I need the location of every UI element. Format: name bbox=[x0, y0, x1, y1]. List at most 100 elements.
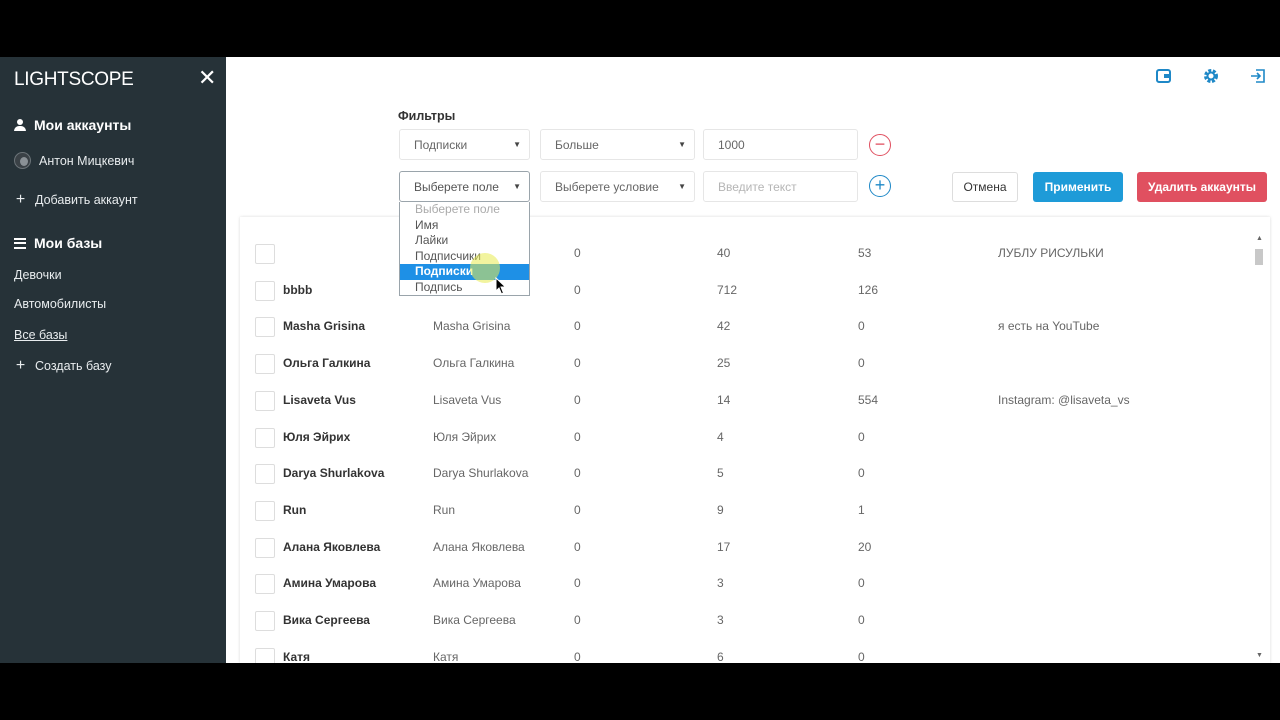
create-base-button[interactable]: + Создать базу bbox=[14, 357, 112, 374]
row-checkbox[interactable] bbox=[255, 390, 275, 411]
dropdown-option[interactable]: Выберете поле bbox=[400, 202, 529, 218]
count-cell: 0 bbox=[574, 282, 581, 297]
caret-down-icon: ▼ bbox=[678, 140, 686, 149]
apply-button[interactable]: Применить bbox=[1033, 172, 1123, 202]
count-cell: 0 bbox=[574, 649, 581, 663]
field-dropdown-list: Выберете поле Имя Лайки Подписчики Подписки П… bbox=[399, 202, 530, 296]
table-row[interactable]: Юля Эйрих Юля Эйрих 0 4 0 bbox=[240, 419, 1250, 456]
count-cell: 4 bbox=[717, 429, 724, 444]
count-cell: 1 bbox=[858, 502, 865, 517]
filter-field-select[interactable]: Подписки ▼ bbox=[399, 129, 530, 160]
delete-accounts-button[interactable]: Удалить аккаунты bbox=[1137, 172, 1267, 202]
fullname-cell: Darya Shurlakova bbox=[433, 466, 529, 481]
username-cell: Lisaveta Vus bbox=[283, 392, 356, 407]
bio-cell: Instagram: @lisaveta_vs bbox=[998, 392, 1130, 407]
remove-filter-button[interactable]: − bbox=[869, 134, 891, 156]
fullname-cell: Masha Grisina bbox=[433, 319, 511, 334]
base-label: Девочки bbox=[14, 268, 62, 282]
dropdown-option[interactable]: Лайки bbox=[400, 233, 529, 249]
dropdown-option[interactable]: Имя bbox=[400, 218, 529, 234]
username-cell: Амина Умарова bbox=[283, 576, 376, 591]
new-filter-condition-select[interactable]: Выберете условие ▼ bbox=[540, 171, 695, 202]
count-cell: 5 bbox=[717, 466, 724, 481]
cancel-button[interactable]: Отмена bbox=[952, 172, 1018, 202]
row-checkbox[interactable] bbox=[255, 647, 275, 663]
count-cell: 42 bbox=[717, 319, 731, 334]
plus-icon: + bbox=[874, 175, 886, 195]
sidebar: LIGHTSCOPE ✕ Мои аккаунты Антон Мицкевич… bbox=[0, 57, 226, 663]
table-row[interactable]: bbbb 0 712 126 bbox=[240, 272, 1250, 309]
table-row[interactable]: Lisaveta Vus Lisaveta Vus 0 14 554 Instagram:… bbox=[240, 382, 1250, 419]
row-checkbox[interactable] bbox=[255, 574, 275, 595]
dropdown-option[interactable]: Подписчики bbox=[400, 249, 529, 265]
row-checkbox[interactable] bbox=[255, 317, 275, 338]
account-name: Антон Мицкевич bbox=[39, 153, 135, 168]
sidebar-item-base-girls[interactable]: Девочки bbox=[14, 268, 62, 282]
logout-icon[interactable] bbox=[1249, 67, 1267, 85]
scrollbar[interactable]: ▲ ▼ bbox=[1252, 235, 1266, 661]
minus-icon: − bbox=[874, 134, 886, 154]
close-icon[interactable]: ✕ bbox=[198, 65, 216, 91]
fullname-cell: Катя bbox=[433, 649, 459, 663]
text-input-placeholder: Введите текст bbox=[718, 179, 797, 194]
add-account-button[interactable]: + Добавить аккаунт bbox=[14, 191, 138, 208]
filter-value-input[interactable]: 1000 bbox=[703, 129, 858, 160]
scroll-down-arrow-icon[interactable]: ▼ bbox=[1256, 652, 1263, 659]
table-row[interactable]: Алана Яковлева Алана Яковлева 0 17 20 bbox=[240, 529, 1250, 566]
row-checkbox[interactable] bbox=[255, 244, 275, 264]
plus-icon: + bbox=[15, 357, 26, 374]
scrollbar-thumb[interactable] bbox=[1255, 249, 1263, 265]
app-window: LIGHTSCOPE ✕ Мои аккаунты Антон Мицкевич… bbox=[0, 57, 1280, 663]
count-cell: 0 bbox=[574, 502, 581, 517]
row-checkbox[interactable] bbox=[255, 611, 275, 631]
dropdown-option[interactable]: Подпись bbox=[400, 280, 529, 296]
table-row[interactable]: Катя Катя 0 6 0 bbox=[240, 639, 1250, 663]
bases-section-title: Мои базы bbox=[14, 235, 102, 251]
gear-icon[interactable] bbox=[1202, 67, 1220, 85]
fullname-cell: Юля Эйрих bbox=[433, 429, 497, 444]
add-account-label: Добавить аккаунт bbox=[35, 193, 138, 207]
count-cell: 0 bbox=[574, 613, 581, 627]
count-cell: 25 bbox=[717, 356, 731, 371]
caret-down-icon: ▼ bbox=[513, 140, 521, 149]
count-cell: 554 bbox=[858, 392, 879, 407]
count-cell: 53 bbox=[858, 246, 872, 260]
table-row[interactable]: Darya Shurlakova Darya Shurlakova 0 5 0 bbox=[240, 455, 1250, 492]
count-cell: 0 bbox=[574, 319, 581, 334]
sidebar-item-all-bases[interactable]: Все базы bbox=[14, 328, 67, 342]
sidebar-item-base-motorists[interactable]: Автомобилисты bbox=[14, 297, 106, 311]
scroll-up-arrow-icon[interactable]: ▲ bbox=[1256, 235, 1263, 242]
row-checkbox[interactable] bbox=[255, 427, 275, 448]
table-row[interactable]: Вика Сергеева Вика Сергеева 0 3 0 bbox=[240, 602, 1250, 639]
row-checkbox[interactable] bbox=[255, 280, 275, 301]
avatar bbox=[14, 152, 31, 169]
accounts-title-label: Мои аккаунты bbox=[34, 117, 132, 133]
username-cell: Run bbox=[283, 502, 307, 517]
count-cell: 3 bbox=[717, 613, 724, 627]
row-checkbox[interactable] bbox=[255, 537, 275, 558]
table-row[interactable]: 0 40 53 ЛУБЛУ РИСУЛЬКИ bbox=[240, 235, 1250, 272]
username-cell: Вика Сергеева bbox=[283, 613, 370, 627]
table-row[interactable]: Masha Grisina Masha Grisina 0 42 0 я есть на … bbox=[240, 308, 1250, 345]
table-row[interactable]: Ольга Галкина Ольга Галкина 0 25 0 bbox=[240, 345, 1250, 382]
new-filter-text-input[interactable]: Введите текст bbox=[703, 171, 858, 202]
sidebar-account-item[interactable]: Антон Мицкевич bbox=[14, 152, 134, 169]
bio-cell: ЛУБЛУ РИСУЛЬКИ bbox=[998, 246, 1104, 260]
wallet-icon[interactable] bbox=[1155, 67, 1173, 85]
base-label: Автомобилисты bbox=[14, 297, 107, 311]
table-row[interactable]: Амина Умарова Амина Умарова 0 3 0 bbox=[240, 565, 1250, 602]
new-filter-field-select[interactable]: Выберете поле ▼ bbox=[399, 171, 530, 202]
count-cell: 126 bbox=[858, 282, 879, 297]
table-row[interactable]: Run Run 0 9 1 bbox=[240, 492, 1250, 529]
row-checkbox[interactable] bbox=[255, 500, 275, 521]
count-cell: 0 bbox=[858, 356, 865, 371]
row-checkbox[interactable] bbox=[255, 354, 275, 375]
filter-condition-select[interactable]: Больше ▼ bbox=[540, 129, 695, 160]
add-filter-button[interactable]: + bbox=[869, 175, 891, 197]
dropdown-option[interactable]: Подписки bbox=[400, 264, 529, 280]
count-cell: 3 bbox=[717, 576, 724, 591]
fullname-cell: Ольга Галкина bbox=[433, 356, 515, 371]
row-checkbox[interactable] bbox=[255, 464, 275, 485]
count-cell: 6 bbox=[717, 649, 724, 663]
plus-icon: + bbox=[15, 191, 26, 208]
